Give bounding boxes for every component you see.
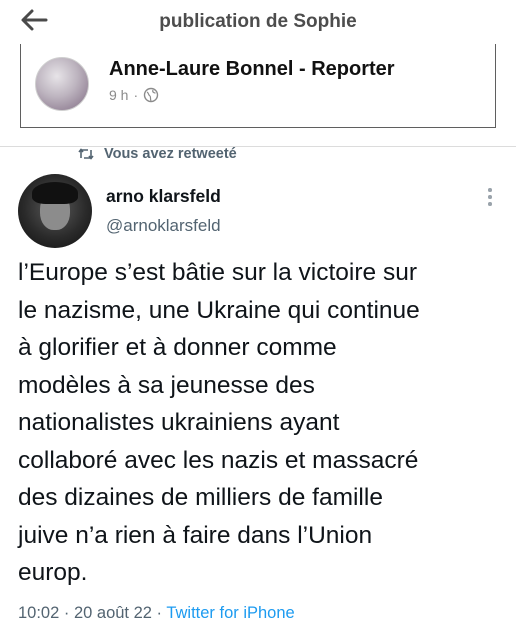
shared-post-card[interactable]: Anne-Laure Bonnel - Reporter 9 h ·: [20, 44, 496, 128]
globe-icon: [143, 87, 159, 103]
tweet-footer: 10:02 · 20 août 22 · Twitter for iPhone: [18, 604, 295, 623]
meta-separator: ·: [133, 87, 139, 103]
shared-author-name[interactable]: Anne-Laure Bonnel - Reporter: [109, 58, 395, 81]
top-bar: publication de Sophie: [0, 0, 516, 46]
tweet-author-handle[interactable]: @arnoklarsfeld: [106, 216, 221, 236]
shared-post-time: 9 h: [109, 87, 129, 103]
more-options-icon[interactable]: [485, 188, 495, 210]
retweet-label: Vous avez retweeté: [104, 146, 237, 162]
avatar-hair: [32, 182, 78, 204]
tweet-timestamp: 10:02 · 20 août 22 ·: [18, 604, 167, 622]
tweet-text: l’Europe s’est bâtie sur la victoire sur…: [18, 259, 420, 586]
tweet-author-avatar[interactable]: [18, 174, 92, 248]
shared-author-avatar[interactable]: [35, 57, 89, 111]
shared-post-meta: 9 h ·: [109, 87, 159, 103]
tweet-source-link[interactable]: Twitter for iPhone: [166, 604, 294, 622]
page-title: publication de Sophie: [159, 11, 357, 32]
retweet-indicator: Vous avez retweeté: [78, 146, 237, 162]
tweet-author-name[interactable]: arno klarsfeld: [106, 186, 221, 207]
retweet-icon: [78, 147, 94, 161]
